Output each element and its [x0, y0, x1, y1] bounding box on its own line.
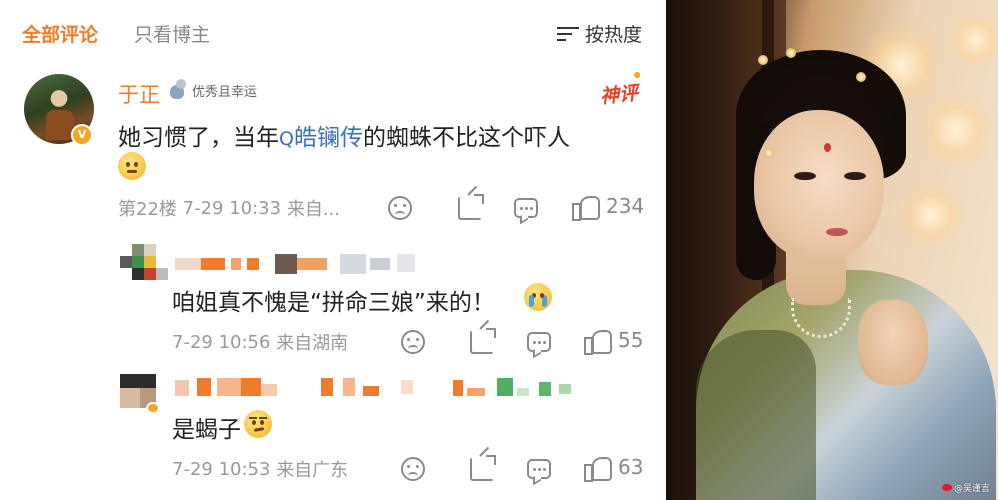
share-icon [470, 328, 496, 354]
like-count: 63 [618, 455, 644, 479]
user-badge[interactable]: 优秀且幸运 [168, 79, 257, 101]
author-name[interactable]: 于正 [118, 79, 160, 109]
comment-source: 来自... [286, 199, 340, 220]
frown-icon [401, 457, 425, 481]
comment-time: 7-29 10:33 [182, 197, 282, 219]
comment-text-part: 的蜘蛛不比这个吓人 [362, 125, 570, 151]
sort-label: 按热度 [584, 24, 642, 46]
verified-badge-icon: V [71, 124, 93, 146]
robe-shadow [696, 330, 816, 500]
hot-comment-tag: 神评 [599, 78, 640, 109]
comment-icon [514, 198, 538, 218]
thinking-emoji-icon [118, 152, 146, 180]
reply-time: 7-29 10:56 [172, 331, 271, 353]
reply-source: 来自湖南 [276, 333, 349, 354]
forehead-ornament [824, 143, 831, 152]
frown-icon [388, 196, 412, 220]
reply-text: 咱姐真不愧是“拼命三娘”来的！ [172, 283, 495, 317]
reply-meta: 7-29 10:56 来自湖南 [172, 328, 348, 356]
comment-text-part: 她习惯了，当年 [118, 125, 279, 151]
like-count: 234 [606, 194, 645, 218]
sort-by-hot-button[interactable]: 按热度 [556, 20, 642, 47]
reply-avatar-pixelated[interactable] [120, 374, 160, 414]
photo-watermark: @吴谨言 [941, 481, 990, 494]
reply-username-pixelated[interactable] [175, 376, 575, 398]
like-button[interactable]: 55 [584, 328, 644, 355]
smirk-emoji-icon [244, 410, 272, 438]
reply-text: 是蝎子 [172, 410, 241, 444]
raised-hand [858, 300, 928, 385]
reply-button[interactable] [527, 330, 551, 352]
like-button[interactable]: 63 [584, 455, 644, 482]
comment-filter-bar: 全部评论 只看博主 按热度 [0, 0, 666, 62]
actress-photo: @吴谨言 [666, 0, 998, 500]
like-button[interactable]: 234 [572, 194, 645, 221]
right-eye [844, 172, 866, 180]
share-icon [470, 455, 496, 481]
topic-name: 皓镧传 [293, 125, 363, 151]
reply-username-pixelated[interactable] [175, 254, 420, 274]
share-button[interactable] [458, 194, 484, 220]
share-icon [458, 194, 484, 220]
comment-icon [527, 459, 551, 479]
crying-emoji-icon [524, 283, 552, 311]
tab-all-comments[interactable]: 全部评论 [22, 20, 98, 47]
reply-avatar-pixelated[interactable] [120, 244, 170, 288]
share-button[interactable] [470, 455, 496, 481]
comment-meta: 第22楼 7-29 10:33 来自... [118, 194, 340, 222]
like-count: 55 [618, 328, 644, 352]
sort-icon [556, 25, 579, 43]
left-eye [794, 172, 816, 180]
thumbs-up-icon [584, 328, 612, 355]
floor-number: 第22楼 [118, 199, 177, 220]
reply-meta: 7-29 10:53 来自广东 [172, 455, 348, 483]
face [754, 110, 884, 260]
dislike-button[interactable] [401, 330, 425, 354]
reply-source: 来自广东 [276, 460, 349, 481]
reply-text-content: 是蝎子 [172, 417, 241, 443]
comment-text: 她习惯了，当年Q皓镧传的蜘蛛不比这个吓人 [118, 118, 570, 152]
badge-label: 优秀且幸运 [192, 84, 258, 100]
topic-search-icon: Q [279, 128, 294, 150]
hair-ornament [786, 48, 796, 58]
thumbs-up-icon [572, 194, 600, 221]
candle-glow [946, 10, 998, 70]
weibo-logo-icon [941, 484, 952, 491]
reply-time: 7-29 10:53 [172, 458, 271, 480]
hair-ornament [856, 72, 866, 82]
lips [826, 228, 848, 236]
share-button[interactable] [470, 328, 496, 354]
tab-blogger-only[interactable]: 只看博主 [134, 20, 210, 47]
candle-glow [916, 90, 996, 170]
hair-ornament [758, 55, 768, 65]
topic-link[interactable]: Q皓镧传 [279, 125, 363, 151]
comment-icon [527, 332, 551, 352]
reply-button[interactable] [527, 457, 551, 479]
frown-icon [401, 330, 425, 354]
comment-panel: 全部评论 只看博主 按热度 V 于正 优秀且幸运 神评 她习惯了，当年Q皓镧传的… [0, 0, 666, 500]
reply-text-content: 咱姐真不愧是“拼命三娘”来的！ [172, 290, 495, 316]
candle-glow [896, 180, 966, 250]
reply-button[interactable] [514, 196, 538, 218]
badge-icon [168, 79, 188, 101]
thumbs-up-icon [584, 455, 612, 482]
hair-ornament [764, 148, 774, 158]
dislike-button[interactable] [388, 196, 412, 220]
dislike-button[interactable] [401, 457, 425, 481]
watermark-text: @吴谨言 [953, 484, 990, 494]
